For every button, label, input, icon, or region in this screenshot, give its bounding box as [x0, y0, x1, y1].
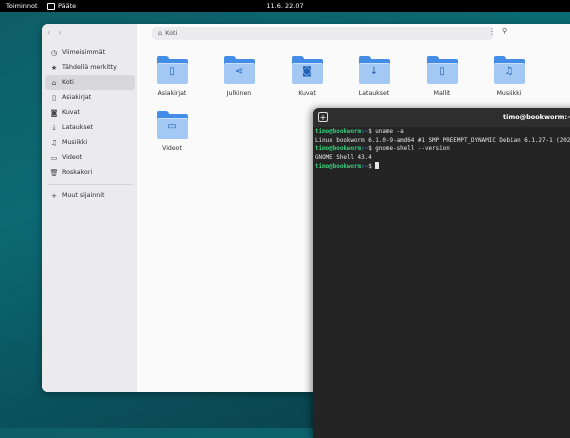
prompt-symbol: $ [368, 164, 376, 171]
sidebar-item-label: Koti [62, 79, 74, 86]
folder-icon: ⋖ [223, 56, 255, 84]
files-headerbar: ⌂ Koti ⋮ ⚲ [137, 24, 570, 43]
sidebar-item-label: Muut sijainnit [62, 192, 105, 199]
navigation-buttons: ‹ › [47, 28, 61, 37]
sidebar-item-documents[interactable]: ▯ Asiakirjat [45, 90, 135, 105]
sidebar-item-label: Viimeisimmät [62, 49, 106, 56]
sidebar-item-label: Videot [62, 154, 83, 161]
folder-label: Lataukset [358, 90, 390, 97]
prompt-user: timo@bookworm [315, 164, 362, 171]
folder-icon: ▯ [426, 56, 458, 84]
home-icon: ⌂ [158, 29, 163, 37]
terminal-window[interactable]: + timo@bookworm:~ timo@bookworm:~$ uname… [313, 108, 570, 438]
terminal-cursor [375, 162, 380, 170]
document-icon: ▯ [52, 93, 56, 102]
sidebar-item-label: Lataukset [62, 124, 93, 131]
folder-icon: ↓ [358, 56, 390, 84]
sidebar-item-recent[interactable]: ◷ Viimeisimmät [45, 45, 135, 60]
folder-item[interactable]: ♫ Musiikki [484, 56, 534, 97]
sidebar-item-downloads[interactable]: ⤓ Lataukset [45, 120, 135, 135]
folder-label: Julkinen [226, 90, 252, 97]
video-icon: ▭ [167, 121, 177, 132]
folder-icon: ♫ [493, 56, 525, 84]
camera-icon: ◙ [50, 108, 58, 117]
terminal-line: GNOME Shell 43.4 [315, 154, 372, 161]
files-sidebar: ‹ › ◷ Viimeisimmät ★ Tähdellä merkitty ⌂… [42, 24, 137, 392]
terminal-line: timo@bookworm:~$ uname -a [315, 128, 570, 137]
terminal-line: timo@bookworm:~$ gnome-shell --version [315, 145, 570, 154]
video-icon: ▭ [50, 153, 58, 162]
template-icon: ▯ [439, 66, 445, 77]
sidebar-item-trash[interactable]: 🗑 Roskakori [45, 165, 135, 180]
path-bar[interactable]: ⌂ Koti [152, 27, 493, 40]
sidebar-item-other-locations[interactable]: + Muut sijainnit [45, 188, 135, 203]
forward-icon[interactable]: › [58, 28, 61, 37]
folder-label: Musiikki [496, 90, 522, 97]
download-icon: ↓ [369, 66, 379, 77]
sidebar-item-label: Asiakirjat [62, 94, 92, 101]
document-icon: ▯ [169, 66, 175, 77]
terminal-command: uname -a [375, 129, 404, 135]
camera-icon: ◙ [302, 66, 312, 77]
trash-icon: 🗑 [49, 168, 59, 177]
music-icon: ♫ [504, 66, 514, 77]
terminal-command: gnome-shell --version [375, 146, 450, 153]
new-tab-icon[interactable]: + [318, 112, 328, 122]
back-icon[interactable]: ‹ [47, 28, 50, 37]
sidebar-item-label: Tähdellä merkitty [62, 64, 117, 71]
download-icon: ⤓ [52, 123, 56, 131]
sidebar-divider [47, 184, 133, 185]
terminal-output[interactable]: timo@bookworm:~$ uname -a Linux bookworm … [315, 128, 570, 172]
prompt-user: timo@bookworm [315, 146, 362, 153]
folder-label: Kuvat [298, 90, 316, 97]
sidebar-item-pictures[interactable]: ◙ Kuvat [45, 105, 135, 120]
folder-label: Videot [162, 145, 182, 152]
top-bar: Toiminnot Pääte 11.6. 22.07 [0, 0, 570, 12]
prompt-user: timo@bookworm [315, 129, 362, 135]
sidebar-item-label: Roskakori [62, 169, 93, 176]
folder-label: Mallit [433, 90, 451, 97]
path-label: Koti [165, 29, 178, 37]
plus-icon: + [51, 191, 57, 200]
terminal-title: timo@bookworm:~ [503, 113, 570, 121]
folder-item[interactable]: ↓ Lataukset [349, 56, 399, 97]
folder-item[interactable]: ▯ Mallit [417, 56, 467, 97]
folder-icon: ▭ [156, 111, 188, 139]
clock-icon: ◷ [50, 48, 58, 57]
terminal-line: Linux bookworm 6.1.0-9-amd64 #1 SMP PREE… [315, 137, 570, 144]
folder-item[interactable]: ▭ Videot [147, 111, 197, 152]
sidebar-item-label: Musiikki [62, 139, 88, 146]
clock[interactable]: 11.6. 22.07 [0, 0, 570, 12]
sidebar-item-label: Kuvat [62, 109, 80, 116]
home-icon: ⌂ [51, 78, 57, 87]
folder-icon: ▯ [156, 56, 188, 84]
folder-label: Asiakirjat [157, 90, 187, 97]
terminal-headerbar: + timo@bookworm:~ [313, 108, 570, 127]
folder-item[interactable]: ⋖ Julkinen [214, 56, 264, 97]
sidebar-list: ◷ Viimeisimmät ★ Tähdellä merkitty ⌂ Kot… [45, 45, 135, 203]
sidebar-item-videos[interactable]: ▭ Videot [45, 150, 135, 165]
music-icon: ♫ [50, 138, 58, 147]
folder-icon: ◙ [291, 56, 323, 84]
star-icon: ★ [50, 63, 58, 72]
folder-item[interactable]: ◙ Kuvat [282, 56, 332, 97]
terminal-line: timo@bookworm:~$ [315, 162, 570, 172]
sidebar-item-home[interactable]: ⌂ Koti [45, 75, 135, 90]
sidebar-item-starred[interactable]: ★ Tähdellä merkitty [45, 60, 135, 75]
folder-item[interactable]: ▯ Asiakirjat [147, 56, 197, 97]
share-icon: ⋖ [234, 66, 244, 77]
search-icon[interactable]: ⚲ [502, 27, 507, 35]
sidebar-item-music[interactable]: ♫ Musiikki [45, 135, 135, 150]
menu-icon[interactable]: ⋮ [488, 27, 496, 36]
